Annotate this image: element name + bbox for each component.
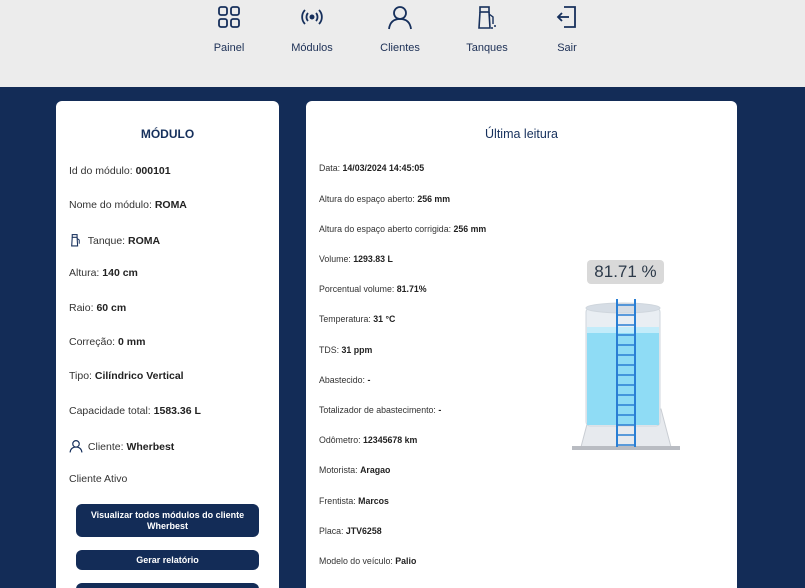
- reading-label: Altura do espaço aberto:: [319, 194, 415, 204]
- reading-value: 31 °C: [373, 314, 396, 324]
- reading-row: Data: 14/03/2024 14:45:05: [319, 163, 424, 173]
- nav-item-sair[interactable]: Sair: [522, 4, 612, 54]
- reading-value: 256 mm: [417, 194, 451, 204]
- module-type-label: Tipo:: [69, 370, 92, 382]
- reading-value: JTV6258: [345, 526, 382, 536]
- additional-button[interactable]: [76, 583, 259, 588]
- reading-row: Frentista: Marcos: [319, 496, 389, 506]
- reading-row: Odômetro: 12345678 km: [319, 435, 417, 445]
- reading-label: Altura do espaço aberto corrigida:: [319, 224, 452, 234]
- reading-label: Placa:: [319, 526, 344, 536]
- module-name-value: ROMA: [154, 199, 187, 211]
- nav-item-modulos[interactable]: Módulos: [267, 4, 357, 54]
- fuel-pump-icon: [478, 6, 496, 29]
- reading-value: Marcos: [358, 496, 389, 506]
- fuel-pump-icon: [71, 234, 80, 247]
- nav-label-clientes: Clientes: [380, 42, 420, 54]
- module-capacity-row: Capacidade total: 1583.36 L: [69, 405, 201, 417]
- module-radius-row: Raio: 60 cm: [69, 302, 126, 314]
- module-card-title: MÓDULO: [140, 127, 195, 141]
- module-height-row: Altura: 140 cm: [69, 267, 138, 279]
- reading-value: Palio: [395, 556, 417, 566]
- module-height-value: 140 cm: [102, 267, 138, 279]
- reading-value: 14/03/2024 14:45:05: [342, 163, 425, 173]
- module-capacity-value: 1583.36 L: [153, 405, 201, 417]
- reading-row: TDS: 31 ppm: [319, 345, 372, 355]
- reading-value: 31 ppm: [341, 345, 373, 355]
- nav-label-painel: Painel: [213, 42, 245, 54]
- reading-label: Volume:: [319, 254, 351, 264]
- tank-base: [572, 446, 680, 450]
- logout-icon: [556, 6, 576, 28]
- module-correction-row: Correção: 0 mm: [69, 336, 145, 348]
- module-tank-row: Tanque: ROMA: [69, 233, 160, 247]
- nav-item-tanques[interactable]: Tanques: [442, 4, 532, 54]
- module-correction-value: 0 mm: [118, 336, 146, 348]
- reading-value: -: [438, 405, 442, 415]
- nav-item-clientes[interactable]: Clientes: [355, 4, 445, 54]
- grid-icon: [218, 6, 240, 28]
- reading-row: Porcentual volume: 81.71%: [319, 284, 427, 294]
- module-id-row: Id do módulo: 000101: [69, 165, 171, 177]
- reading-value: 12345678 km: [363, 435, 418, 445]
- module-radius-label: Raio:: [69, 302, 94, 314]
- reading-label: Abastecido:: [319, 375, 365, 385]
- module-id-label: Id do módulo:: [69, 165, 133, 177]
- nav-label-modulos: Módulos: [291, 42, 333, 54]
- module-client-value: Wherbest: [126, 441, 175, 453]
- reading-row: Modelo do veículo: Palio: [319, 556, 416, 566]
- reading-value: -: [367, 375, 371, 385]
- reading-value: 81.71%: [396, 284, 427, 294]
- volume-percent-badge: 81.71 %: [587, 260, 664, 284]
- module-correction-label: Correção:: [69, 336, 116, 348]
- nav-label-tanques: Tanques: [466, 42, 508, 54]
- reading-label: Frentista:: [319, 496, 356, 506]
- module-type-row: Tipo: Cilíndrico Vertical: [69, 370, 184, 382]
- generate-report-button[interactable]: Gerar relatório: [76, 550, 259, 570]
- reading-label: Odômetro:: [319, 435, 361, 445]
- module-client-row: Cliente: Wherbest: [69, 439, 174, 453]
- reading-label: Porcentual volume:: [319, 284, 395, 294]
- last-reading-card: Última leitura Data: 14/03/2024 14:45:05…: [306, 101, 737, 588]
- module-card: MÓDULO Id do módulo: 000101 Nome do módu…: [56, 101, 279, 588]
- view-all-modules-button[interactable]: Visualizar todos módulos do cliente Wher…: [76, 504, 259, 537]
- reading-value: Aragao: [360, 465, 391, 475]
- reading-label: Temperatura:: [319, 314, 371, 324]
- reading-label: Totalizador de abastecimento:: [319, 405, 436, 415]
- last-reading-title: Última leitura: [485, 127, 558, 141]
- module-client-label: Cliente:: [87, 441, 124, 453]
- user-icon: [69, 440, 83, 453]
- module-name-label: Nome do módulo:: [69, 199, 152, 211]
- reading-row: Temperatura: 31 °C: [319, 314, 395, 324]
- client-status: Cliente Ativo: [69, 473, 128, 485]
- reading-row: Abastecido: -: [319, 375, 370, 385]
- reading-label: Data:: [319, 163, 341, 173]
- reading-row: Totalizador de abastecimento: -: [319, 405, 441, 415]
- top-navigation: Painel Módulos Clientes Tanques Sair: [0, 0, 805, 87]
- reading-row: Altura do espaço aberto corrigida: 256 m…: [319, 224, 486, 234]
- reading-label: Motorista:: [319, 465, 358, 475]
- reading-label: TDS:: [319, 345, 340, 355]
- module-tank-label: Tanque:: [87, 235, 126, 247]
- module-id-value: 000101: [135, 165, 171, 177]
- reading-row: Volume: 1293.83 L: [319, 254, 393, 264]
- reading-row: Placa: JTV6258: [319, 526, 382, 536]
- module-radius-value: 60 cm: [96, 302, 127, 314]
- module-capacity-label: Capacidade total:: [69, 405, 151, 417]
- user-icon: [388, 6, 412, 30]
- module-name-row: Nome do módulo: ROMA: [69, 199, 187, 211]
- reading-label: Modelo do veículo:: [319, 556, 393, 566]
- reading-value: 1293.83 L: [353, 254, 393, 264]
- tank-illustration: [572, 299, 680, 450]
- reading-row: Motorista: Aragao: [319, 465, 390, 475]
- nav-label-sair: Sair: [557, 42, 577, 54]
- broadcast-icon: [301, 9, 323, 25]
- module-tank-value: ROMA: [128, 235, 161, 247]
- reading-value: 256 mm: [453, 224, 487, 234]
- nav-item-painel[interactable]: Painel: [184, 4, 274, 54]
- module-height-label: Altura:: [69, 267, 100, 279]
- reading-row: Altura do espaço aberto: 256 mm: [319, 194, 450, 204]
- module-type-value: Cilíndrico Vertical: [94, 370, 184, 382]
